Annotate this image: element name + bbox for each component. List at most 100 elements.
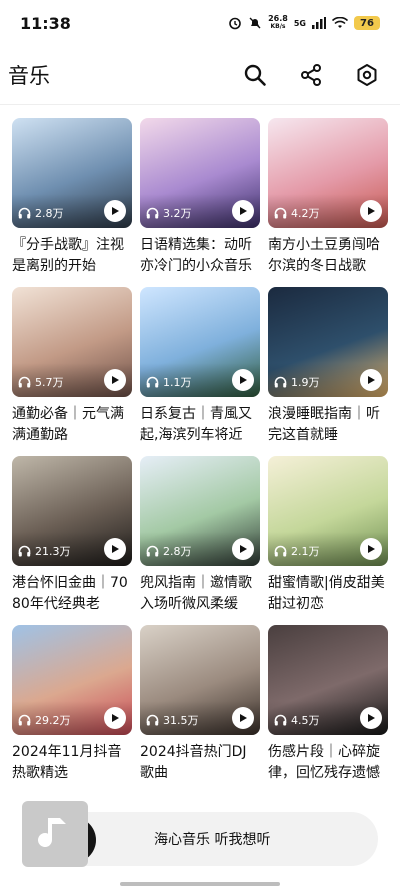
mini-player[interactable]: 海心音乐 听我想听 xyxy=(22,801,378,867)
search-button[interactable] xyxy=(240,60,270,90)
playlist-cover[interactable]: 21.3万 xyxy=(12,456,132,566)
playlist-card[interactable]: 29.2万 2024年11月抖音热歌精选 xyxy=(12,625,132,794)
play-button[interactable] xyxy=(360,538,382,560)
playlist-title[interactable]: 通勤必备｜元气满满通勤路 xyxy=(12,404,132,446)
play-icon xyxy=(112,714,119,722)
playlist-title[interactable]: 南方小土豆勇闯哈尔滨的冬日战歌 xyxy=(268,235,388,277)
playlist-cover[interactable]: 31.5万 xyxy=(140,625,260,735)
player-album-art[interactable] xyxy=(22,801,88,867)
playlist-card[interactable]: 31.5万 2024抖音热门DJ歌曲 xyxy=(140,625,260,794)
play-button[interactable] xyxy=(232,200,254,222)
playlist-title[interactable]: 日语精选集：动听亦冷门的小众音乐 xyxy=(140,235,260,277)
settings-icon xyxy=(357,64,377,86)
network-speed: 26.8 KB/s xyxy=(268,15,288,31)
playlist-title[interactable]: 2024抖音热门DJ歌曲 xyxy=(140,742,260,784)
playlist-card[interactable]: 2.8万『分手战歌』注视是离别的开始 xyxy=(12,118,132,287)
play-count-value: 29.2万 xyxy=(35,714,71,727)
play-button[interactable] xyxy=(360,707,382,729)
headphone-icon xyxy=(146,207,159,219)
home-indicator[interactable] xyxy=(120,882,280,886)
playlist-card[interactable]: 4.5万伤感片段｜心碎旋律，回忆残存遗憾 xyxy=(268,625,388,794)
playlist-title[interactable]: 2024年11月抖音热歌精选 xyxy=(12,742,132,784)
headphone-icon xyxy=(18,207,31,219)
play-icon xyxy=(240,207,247,215)
play-count: 1.9万 xyxy=(274,374,320,390)
signal-icon xyxy=(312,17,326,29)
share-button[interactable] xyxy=(296,60,326,90)
playlist-cover[interactable]: 1.9万 xyxy=(268,287,388,397)
playlist-title[interactable]: 浪漫睡眠指南｜听完这首就睡 xyxy=(268,404,388,446)
settings-button[interactable] xyxy=(352,60,382,90)
status-icons: 26.8 KB/s 5G 76 xyxy=(228,15,380,31)
playlist-card[interactable]: 1.1万日系复古｜青風又起,海滨列车将近 xyxy=(140,287,260,456)
player-title: 海心音乐 听我想听 xyxy=(154,832,271,848)
play-count-value: 4.2万 xyxy=(291,207,320,220)
headphone-icon xyxy=(146,714,159,726)
play-count: 29.2万 xyxy=(18,712,71,728)
play-icon xyxy=(112,545,119,553)
play-count: 5.7万 xyxy=(18,374,64,390)
headphone-icon xyxy=(274,545,287,557)
playlist-cover[interactable]: 5.7万 xyxy=(12,287,132,397)
play-button[interactable] xyxy=(360,369,382,391)
play-icon xyxy=(368,714,375,722)
play-button[interactable] xyxy=(232,538,254,560)
playlist-cover[interactable]: 2.1万 xyxy=(268,456,388,566)
music-note-icon xyxy=(38,818,66,848)
network-speed-value: 26.8 xyxy=(268,14,288,23)
headphone-icon xyxy=(274,376,287,388)
headphone-icon xyxy=(18,545,31,557)
playlist-title[interactable]: 『分手战歌』注视是离别的开始 xyxy=(12,235,132,277)
playlist-card[interactable]: 5.7万通勤必备｜元气满满通勤路 xyxy=(12,287,132,456)
playlist-card[interactable]: 1.9万浪漫睡眠指南｜听完这首就睡 xyxy=(268,287,388,456)
play-count: 2.8万 xyxy=(18,205,64,221)
playlist-cover[interactable]: 4.2万 xyxy=(268,118,388,228)
play-icon xyxy=(112,376,119,384)
play-count: 2.8万 xyxy=(146,543,192,559)
playlist-cover[interactable]: 3.2万 xyxy=(140,118,260,228)
status-time: 11:38 xyxy=(20,13,71,33)
playlist-card[interactable]: 2.1万甜蜜情歌|俏皮甜美甜过初恋 xyxy=(268,456,388,625)
playlist-card[interactable]: 2.8万兜风指南｜邀情歌入场听微风柔缓 xyxy=(140,456,260,625)
playlist-title[interactable]: 日系复古｜青風又起,海滨列车将近 xyxy=(140,404,260,446)
play-count-value: 4.5万 xyxy=(291,714,320,727)
playlist-title[interactable]: 港台怀旧金曲｜7080年代经典老 xyxy=(12,573,132,615)
playlist-title[interactable]: 伤感片段｜心碎旋律，回忆残存遗憾 xyxy=(268,742,388,784)
playlist-cover[interactable]: 29.2万 xyxy=(12,625,132,735)
playlist-cover[interactable]: 1.1万 xyxy=(140,287,260,397)
play-button[interactable] xyxy=(232,707,254,729)
play-count-value: 2.8万 xyxy=(35,207,64,220)
play-count: 4.2万 xyxy=(274,205,320,221)
playlist-title[interactable]: 兜风指南｜邀情歌入场听微风柔缓 xyxy=(140,573,260,615)
playlist-card[interactable]: 21.3万港台怀旧金曲｜7080年代经典老 xyxy=(12,456,132,625)
playlist-cover[interactable]: 2.8万 xyxy=(140,456,260,566)
play-icon xyxy=(240,376,247,384)
playlist-cover[interactable]: 2.8万 xyxy=(12,118,132,228)
play-button[interactable] xyxy=(104,200,126,222)
play-button[interactable] xyxy=(104,707,126,729)
page-title: 音乐 xyxy=(8,64,50,88)
play-count-value: 3.2万 xyxy=(163,207,192,220)
play-count: 31.5万 xyxy=(146,712,199,728)
playlist-card[interactable]: 3.2万日语精选集：动听亦冷门的小众音乐 xyxy=(140,118,260,287)
playlist-card[interactable]: 4.2万南方小土豆勇闯哈尔滨的冬日战歌 xyxy=(268,118,388,287)
play-button[interactable] xyxy=(232,369,254,391)
play-button[interactable] xyxy=(360,200,382,222)
playlist-cover[interactable]: 4.5万 xyxy=(268,625,388,735)
app-bar-divider xyxy=(0,104,400,105)
network-speed-unit: KB/s xyxy=(270,23,286,30)
status-bar: 11:38 26.8 KB/s 5G 76 xyxy=(0,0,400,46)
play-count: 2.1万 xyxy=(274,543,320,559)
app-bar-actions xyxy=(240,60,392,90)
headphone-icon xyxy=(274,207,287,219)
share-icon xyxy=(301,64,321,86)
playlist-title[interactable]: 甜蜜情歌|俏皮甜美甜过初恋 xyxy=(268,573,388,615)
play-count-value: 2.8万 xyxy=(163,545,192,558)
mute-icon xyxy=(249,17,261,29)
play-count: 3.2万 xyxy=(146,205,192,221)
play-button[interactable] xyxy=(104,369,126,391)
play-icon xyxy=(240,545,247,553)
headphone-icon xyxy=(18,714,31,726)
play-icon xyxy=(112,207,119,215)
play-button[interactable] xyxy=(104,538,126,560)
